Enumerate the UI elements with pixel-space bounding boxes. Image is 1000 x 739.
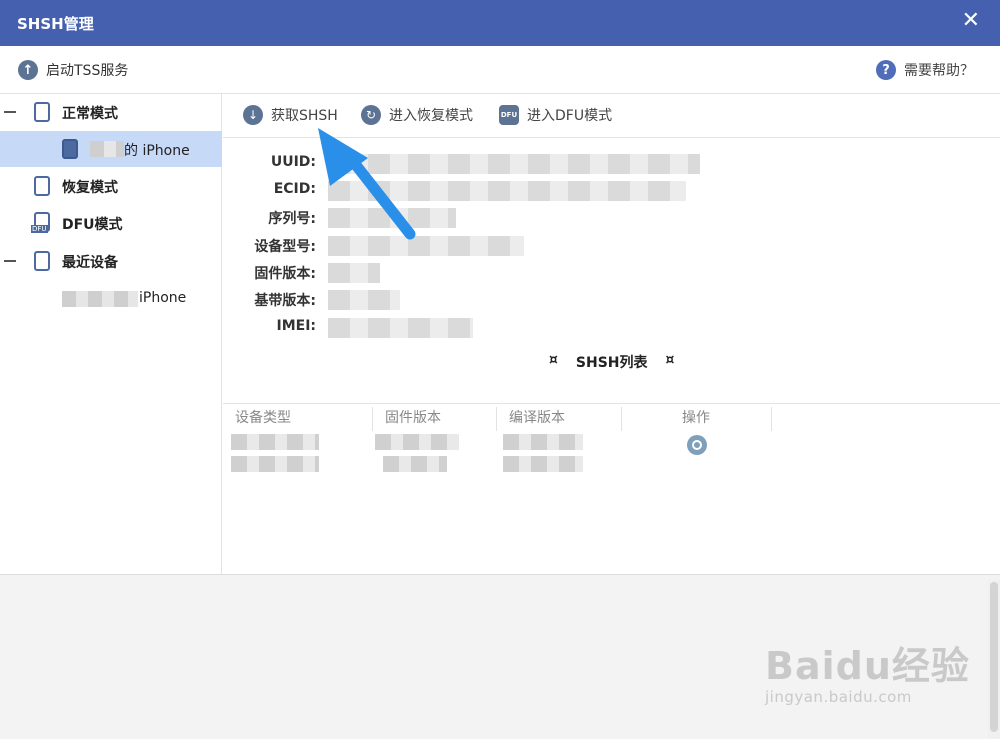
get-shsh-button[interactable]: ↓ 获取SHSH (243, 105, 338, 125)
shsh-list-title: ¤ SHSH列表 ¤ (549, 352, 674, 372)
phone-icon (62, 139, 78, 159)
redacted-value (328, 208, 456, 228)
redacted-value (328, 236, 524, 256)
info-row-uuid: UUID: (223, 150, 1000, 177)
recent-devices-label: 最近设备 (62, 255, 118, 271)
tree-item-recent-devices[interactable]: 最近设备 (0, 243, 222, 279)
recent-device-label: iPhone (139, 290, 187, 306)
top-bar: ↑ 启动TSS服务 ? 需要帮助？ (0, 46, 1000, 94)
table-cell-redacted (231, 456, 319, 472)
column-header-firmware: 固件版本 (373, 407, 497, 431)
enter-dfu-label: 进入DFU模式 (527, 108, 613, 124)
redacted-value (328, 263, 380, 283)
start-tss-service-button[interactable]: ↑ 启动TSS服务 (18, 60, 128, 80)
watermark-brand: Baidu经验 (765, 644, 970, 688)
tree-item-current-iphone[interactable]: 的 iPhone (0, 131, 222, 167)
column-header-action: 操作 (622, 407, 772, 431)
dfu-mode-label: DFU模式 (62, 217, 123, 233)
table-cell-redacted (503, 456, 583, 472)
column-header-device-type: 设备类型 (223, 407, 373, 431)
dfu-icon: DFU (499, 105, 519, 125)
table-cell-redacted (383, 456, 447, 472)
device-tree: 正常模式 的 iPhone 恢复模式 DFU DFU模式 最近设备 iPhone (0, 94, 222, 574)
imei-key: IMEI: (276, 318, 316, 334)
recovery-device-icon (34, 176, 50, 196)
redacted-device-name (90, 141, 124, 157)
window-title: SHSH管理 (17, 15, 94, 33)
uuid-key: UUID: (270, 154, 316, 170)
info-row-ecid: ECID: (223, 177, 1000, 204)
current-device-label: 的 iPhone (124, 143, 190, 159)
baseband-key: 基带版本: (254, 293, 316, 309)
dfu-icon-tag: DFU (31, 225, 48, 233)
enter-recovery-label: 进入恢复模式 (389, 108, 473, 124)
tree-item-recent-iphone[interactable]: iPhone (0, 281, 222, 317)
tree-item-recovery-mode[interactable]: 恢复模式 (0, 168, 222, 204)
device-icon (34, 102, 50, 122)
redacted-value (328, 181, 686, 201)
baidu-watermark: Baidu经验 jingyan.baidu.com (765, 635, 970, 706)
redacted-value (328, 318, 473, 338)
table-cell-redacted (503, 434, 583, 450)
info-row-imei: IMEI: (223, 314, 1000, 341)
column-header-build: 编译版本 (497, 407, 622, 431)
ecid-key: ECID: (273, 181, 316, 197)
recent-devices-icon (34, 251, 50, 271)
title-marker-right: ¤ (665, 352, 675, 368)
info-row-baseband: 基带版本: (223, 286, 1000, 313)
search-icon[interactable] (687, 435, 707, 455)
info-row-firmware: 固件版本: (223, 259, 1000, 286)
redacted-value (328, 154, 700, 174)
shsh-table: 设备类型 固件版本 编译版本 操作 (223, 403, 1000, 573)
get-shsh-label: 获取SHSH (271, 108, 338, 124)
title-bar: SHSH管理 ✕ (0, 0, 1000, 46)
help-button[interactable]: ? 需要帮助？ (876, 60, 974, 80)
recovery-icon: ↻ (361, 105, 381, 125)
enter-recovery-button[interactable]: ↻ 进入恢复模式 (361, 105, 473, 125)
info-row-model: 设备型号: (223, 232, 1000, 259)
redacted-value (328, 290, 400, 310)
redacted-recent-device-name (62, 291, 138, 307)
start-tss-label: 启动TSS服务 (46, 63, 129, 79)
firmware-key: 固件版本: (254, 266, 316, 282)
action-toolbar: ↓ 获取SHSH ↻ 进入恢复模式 DFU 进入DFU模式 (223, 94, 1000, 138)
normal-mode-label: 正常模式 (62, 106, 118, 122)
serial-key: 序列号: (268, 211, 316, 227)
model-key: 设备型号: (254, 239, 316, 255)
download-icon: ↓ (243, 105, 263, 125)
table-cell-redacted (375, 434, 459, 450)
enter-dfu-button[interactable]: DFU 进入DFU模式 (499, 105, 612, 125)
scrollbar[interactable] (988, 580, 1000, 739)
info-row-serial: 序列号: (223, 204, 1000, 231)
table-cell-redacted (231, 434, 319, 450)
question-icon: ? (876, 60, 896, 80)
tree-item-normal-mode[interactable]: 正常模式 (0, 94, 222, 130)
close-icon[interactable]: ✕ (962, 9, 980, 33)
shsh-list-label: SHSH列表 (575, 355, 648, 371)
collapse-icon[interactable] (4, 111, 16, 113)
recovery-mode-label: 恢复模式 (62, 180, 118, 196)
collapse-icon[interactable] (4, 260, 16, 262)
scrollbar-thumb[interactable] (990, 582, 998, 732)
help-label: 需要帮助？ (904, 63, 974, 79)
title-marker-left: ¤ (549, 352, 558, 368)
watermark-url: jingyan.baidu.com (765, 688, 912, 706)
tree-item-dfu-mode[interactable]: DFU DFU模式 (0, 205, 222, 241)
upload-icon: ↑ (18, 60, 38, 80)
